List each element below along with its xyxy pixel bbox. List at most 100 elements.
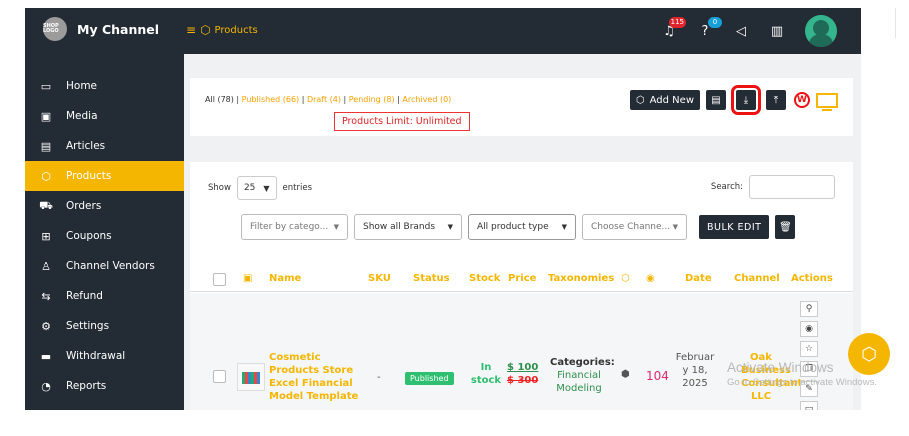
- sidebar-item-label: Reports: [66, 380, 107, 392]
- separator: |: [233, 95, 242, 104]
- sidebar-item-withdrawal[interactable]: ▬ Withdrawal: [25, 341, 184, 371]
- delete-icon[interactable]: ▭: [800, 401, 818, 410]
- card-icon: ▬: [40, 349, 52, 363]
- column-actions: Actions: [791, 273, 833, 284]
- filter-all[interactable]: All (78): [205, 95, 234, 104]
- star-icon[interactable]: ☆: [800, 341, 818, 357]
- sidebar-item-label: Channel Vendors: [66, 260, 155, 272]
- search-label: Search:: [710, 182, 743, 192]
- avatar[interactable]: [805, 15, 837, 47]
- stock-line2: stock: [470, 375, 502, 386]
- link-icon[interactable]: ⚲: [800, 301, 818, 317]
- import-icon[interactable]: ⤓: [731, 85, 761, 115]
- cart-icon: ⛟: [39, 198, 53, 212]
- search-input[interactable]: [749, 175, 835, 199]
- brand[interactable]: SHOP LOGO My Channel: [43, 17, 159, 41]
- cube-icon: ⬡: [200, 23, 211, 37]
- product-thumbnail[interactable]: [237, 363, 265, 391]
- sidebar-item-label: Withdrawal: [66, 350, 126, 362]
- stock-line1: In: [480, 362, 492, 373]
- bulk-edit-button[interactable]: BULK EDIT: [699, 215, 770, 239]
- brand-logo: SHOP LOGO: [43, 17, 67, 41]
- column-date[interactable]: Date: [685, 273, 712, 284]
- channel-filter-select[interactable]: Choose Channe... ▼: [582, 214, 687, 240]
- products-limit: Products Limit: Unlimited: [334, 112, 470, 131]
- header-actions: ⬡ Add New ▤ ⤓ ⤒ W: [629, 85, 838, 115]
- filters-row: Filter by catego... ▼ Show all Brands ▼ Al…: [241, 214, 796, 240]
- separator: |: [340, 95, 349, 104]
- sidebar-item-label: Orders: [66, 200, 102, 212]
- menu-toggle-icon[interactable]: ≡: [186, 23, 196, 37]
- sidebar-item-settings[interactable]: ⚙ Settings: [25, 311, 184, 341]
- sidebar-item-articles[interactable]: ▤ Articles: [25, 131, 184, 161]
- sidebar-item-reports[interactable]: ◔ Reports: [25, 371, 184, 401]
- row-checkbox[interactable]: [213, 370, 226, 383]
- sidebar-item-channel-vendors[interactable]: ♙ Channel Vendors: [25, 251, 184, 281]
- filter-pending[interactable]: Pending (8): [349, 95, 395, 104]
- filter-published[interactable]: Published (66): [242, 95, 299, 104]
- product-type-select[interactable]: All product type ▼: [468, 214, 576, 240]
- row-actions: ⚲ ◉ ☆ ❐ ✎ ▭: [800, 301, 822, 410]
- notification-badge: 115: [668, 17, 686, 28]
- product-sku: -: [377, 372, 381, 383]
- column-price[interactable]: Price: [508, 273, 536, 284]
- brand-title: My Channel: [77, 21, 160, 37]
- chart-icon: ◔: [41, 379, 51, 393]
- chevron-down-icon: ▼: [672, 223, 678, 231]
- sidebar-item-products[interactable]: ⬡ Products: [25, 161, 184, 191]
- notebook-icon[interactable]: ▥: [769, 23, 785, 39]
- sidebar-item-media[interactable]: ▣ Media: [25, 101, 184, 131]
- activate-windows-title: Activate Windows: [727, 360, 834, 375]
- view-count: 104: [646, 369, 669, 383]
- database-icon[interactable]: ▤: [706, 90, 726, 110]
- sidebar-item-label: Home: [66, 80, 98, 92]
- category-filter-select[interactable]: Filter by catego... ▼: [241, 214, 348, 240]
- megaphone-icon[interactable]: ◁: [733, 23, 749, 39]
- export-icon[interactable]: ⤒: [766, 90, 786, 110]
- column-channel: Channel: [734, 273, 780, 284]
- floating-cube-button[interactable]: ⬡: [848, 333, 890, 375]
- sidebar-item-home[interactable]: ▭ Home: [25, 71, 184, 101]
- user-icon: ♙: [41, 259, 51, 273]
- column-taxonomies: Taxonomies: [548, 273, 615, 284]
- chevron-down-icon: ▼: [447, 223, 453, 231]
- search-control: Search:: [711, 175, 835, 199]
- price: $ 100 $ 300: [507, 361, 538, 387]
- monitor-icon[interactable]: [816, 92, 838, 111]
- column-name[interactable]: Name: [269, 273, 301, 284]
- stock-status: In stock: [468, 361, 504, 387]
- help-icon[interactable]: ? 0: [697, 17, 722, 39]
- add-new-button[interactable]: ⬡ Add New: [629, 90, 700, 110]
- entries-value: 25: [243, 183, 256, 193]
- select-all-checkbox[interactable]: [213, 273, 226, 286]
- help-badge: 0: [708, 17, 722, 28]
- product-type-value: All product type: [477, 222, 549, 232]
- wordpress-icon[interactable]: W: [794, 92, 810, 108]
- sidebar-item-coupons[interactable]: ⊞ Coupons: [25, 221, 184, 251]
- entries-select[interactable]: 25 ▼: [236, 176, 277, 200]
- sidebar-item-orders[interactable]: ⛟ Orders: [25, 191, 184, 221]
- sidebar-item-label: Coupons: [66, 230, 112, 242]
- show-label: Show: [208, 183, 231, 193]
- channel-filter-value: Choose Channe...: [591, 222, 671, 232]
- table-row: Cosmetic Products Store Excel Financial …: [190, 293, 853, 410]
- sidebar-item-label: Refund: [66, 290, 103, 302]
- chevron-down-icon: ▼: [333, 223, 339, 231]
- eye-icon[interactable]: ◉: [800, 321, 818, 337]
- breadcrumb: ≡ ⬡ Products: [186, 23, 258, 37]
- product-name-link[interactable]: Cosmetic Products Store Excel Financial …: [269, 351, 361, 403]
- column-stock: Stock: [469, 273, 501, 284]
- eye-icon[interactable]: ◉: [646, 273, 655, 284]
- filter-draft[interactable]: Draft (4): [307, 95, 341, 104]
- brands-filter-select[interactable]: Show all Brands ▼: [354, 214, 462, 240]
- products-header-panel: All (78) | Published (66) | Draft (4) | …: [190, 78, 853, 136]
- trash-icon[interactable]: 🗑: [775, 215, 796, 239]
- bell-icon[interactable]: ♫ 115: [661, 17, 686, 39]
- sidebar-item-refund[interactable]: ⇆ Refund: [25, 281, 184, 311]
- image-icon: ▣: [40, 109, 52, 123]
- gear-icon: ⚙: [41, 319, 51, 333]
- refund-icon: ⇆: [41, 289, 51, 303]
- taxonomy-value[interactable]: Financial Modeling: [556, 370, 602, 394]
- column-sku[interactable]: SKU: [368, 273, 391, 284]
- filter-archived[interactable]: Archived (0): [402, 95, 451, 104]
